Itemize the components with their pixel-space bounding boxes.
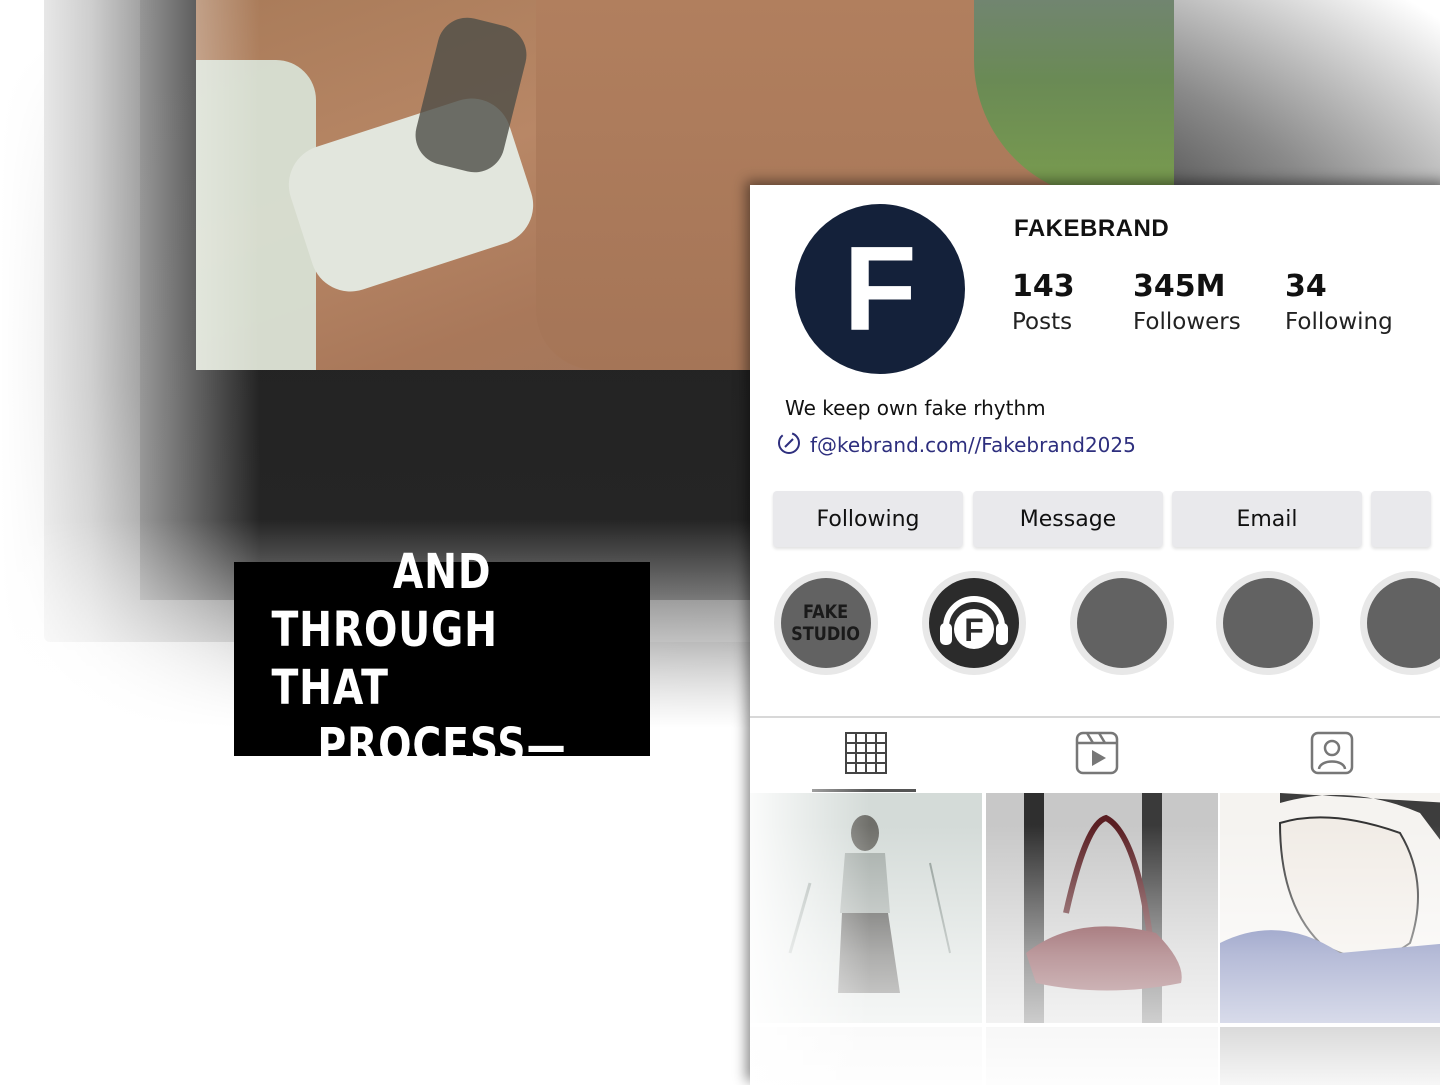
tab-tagged[interactable]: [1310, 731, 1354, 779]
email-button[interactable]: Email: [1172, 491, 1362, 547]
highlight-4[interactable]: [1216, 571, 1320, 675]
profile-bio: We keep own fake rhythm: [785, 396, 1046, 420]
highlight-3[interactable]: [1070, 571, 1174, 675]
headphones-f-icon: F: [932, 579, 1016, 667]
profile-username: FAKEBRAND: [1014, 215, 1170, 242]
profile-avatar[interactable]: F: [795, 204, 965, 374]
post-thumbnail[interactable]: [750, 793, 982, 1023]
highlight-music[interactable]: F: [922, 571, 1026, 675]
tab-reels[interactable]: [1075, 731, 1119, 779]
more-button[interactable]: [1371, 491, 1431, 547]
highlight-cover: [1223, 578, 1313, 668]
post-image-portrait: [1220, 793, 1440, 1023]
profile-link[interactable]: f@kebrand.com//Fakebrand2025: [776, 430, 1136, 460]
posts-count: 143: [1012, 269, 1075, 304]
highlight-text-2: STUDIO: [791, 623, 861, 645]
message-button[interactable]: Message: [973, 491, 1163, 547]
post-thumbnail[interactable]: [986, 1027, 1218, 1085]
post-thumbnail[interactable]: [750, 1027, 982, 1085]
caption-line-2: THROUGH THAT: [271, 602, 498, 716]
followers-label: Followers: [1133, 309, 1241, 335]
posts-label: Posts: [1012, 309, 1073, 335]
tab-posts-grid[interactable]: [844, 732, 888, 778]
stat-following[interactable]: 34 Following: [1285, 269, 1393, 339]
highlight-5[interactable]: [1360, 571, 1440, 675]
highlight-text-1: FAKE: [803, 601, 849, 623]
highlight-fake-studio[interactable]: FAKE STUDIO: [774, 571, 878, 675]
caption-line-3: PROCESS—: [317, 718, 567, 774]
highlight-cover: [1367, 578, 1440, 668]
svg-text:F: F: [964, 612, 984, 648]
link-icon: [776, 430, 802, 460]
post-image-bag: [986, 793, 1218, 1023]
highlight-cover: FAKE STUDIO: [781, 578, 871, 668]
stat-posts[interactable]: 143 Posts: [1012, 269, 1075, 339]
tagged-user-icon: [1310, 731, 1354, 779]
reels-icon: [1075, 731, 1119, 779]
highlight-cover: F: [929, 578, 1019, 668]
tab-divider: [750, 716, 1440, 718]
post-thumbnail[interactable]: [1220, 1027, 1440, 1085]
profile-screen: F FAKEBRAND 143 Posts 345M Followers 34 …: [750, 185, 1440, 1085]
post-image-figure: [750, 793, 982, 1023]
active-tab-indicator: [812, 789, 916, 792]
post-thumbnail[interactable]: [986, 793, 1218, 1023]
highlight-cover: [1077, 578, 1167, 668]
grid-icon: [845, 732, 887, 778]
following-label: Following: [1285, 309, 1393, 335]
stat-followers[interactable]: 345M Followers: [1133, 269, 1241, 339]
caption-line-1: AND: [392, 544, 492, 600]
narration-caption: AND THROUGH THAT PROCESS—: [234, 544, 650, 774]
followers-count: 345M: [1133, 269, 1226, 304]
following-count: 34: [1285, 269, 1327, 304]
following-button[interactable]: Following: [773, 491, 963, 547]
link-text: f@kebrand.com//Fakebrand2025: [810, 433, 1136, 457]
post-thumbnail[interactable]: [1220, 793, 1440, 1023]
avatar-letter: F: [843, 222, 917, 356]
